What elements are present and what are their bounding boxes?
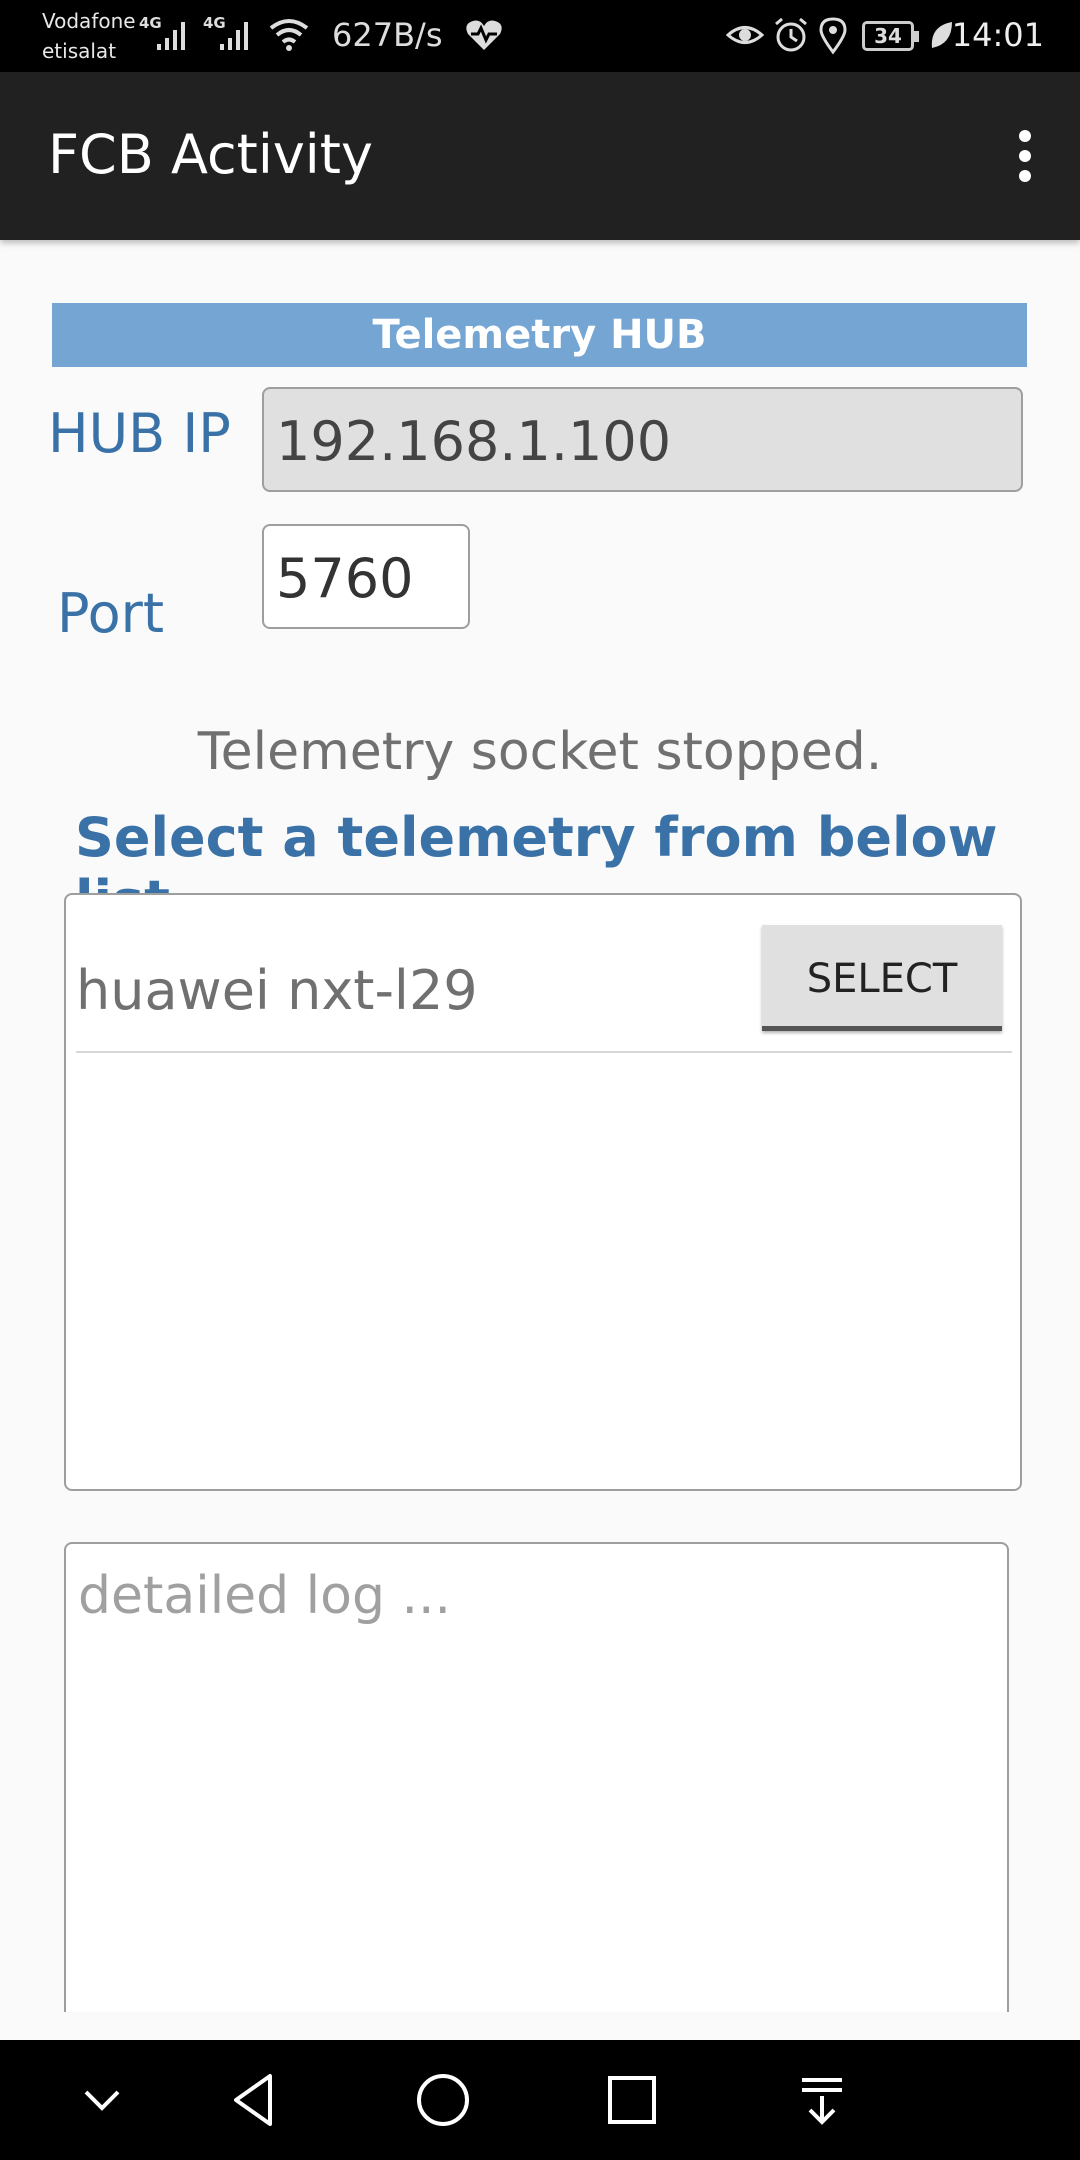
- app-bar: FCB Activity: [0, 72, 1080, 240]
- list-item[interactable]: huawei nxt-l29 SELECT: [76, 895, 1012, 1053]
- carrier-name-2: etisalat: [42, 39, 117, 63]
- more-vert-icon[interactable]: [1000, 124, 1050, 188]
- detailed-log-field[interactable]: detailed log ...: [64, 1542, 1009, 2012]
- signal-icon: [220, 22, 248, 50]
- telemetry-list[interactable]: huawei nxt-l29 SELECT: [64, 893, 1022, 1491]
- app-title: FCB Activity: [48, 123, 373, 186]
- notifications-pull-icon[interactable]: [782, 2060, 862, 2140]
- hub-ip-label: HUB IP: [48, 402, 231, 465]
- signal-icon: [157, 22, 185, 50]
- eye-icon: [726, 26, 764, 44]
- battery-icon: 34: [862, 21, 919, 51]
- navigation-bar: [0, 2040, 1080, 2160]
- network-speed: 627B/s: [332, 16, 443, 54]
- clock: 14:01: [951, 16, 1044, 54]
- port-field[interactable]: 5760: [262, 524, 470, 629]
- chevron-down-icon[interactable]: [62, 2060, 142, 2140]
- port-label: Port: [57, 582, 165, 645]
- recents-icon[interactable]: [592, 2060, 672, 2140]
- telemetry-device-name: huawei nxt-l29: [76, 959, 478, 1022]
- telemetry-hub-header: Telemetry HUB: [52, 303, 1027, 367]
- health-icon: [466, 20, 502, 50]
- select-button[interactable]: SELECT: [762, 925, 1002, 1031]
- location-icon: [819, 17, 847, 55]
- status-bar: Vodafone etisalat 4G 4G 627B/s 34 14:01: [0, 0, 1080, 72]
- wifi-icon: [269, 19, 309, 51]
- leaf-icon: [931, 22, 952, 48]
- carrier-info: Vodafone etisalat: [42, 6, 136, 66]
- alarm-icon: [775, 17, 807, 52]
- back-icon[interactable]: [216, 2060, 296, 2140]
- socket-status-text: Telemetry socket stopped.: [197, 722, 883, 782]
- hub-ip-field[interactable]: 192.168.1.100: [262, 387, 1023, 492]
- carrier-name-1: Vodafone: [42, 9, 136, 33]
- log-placeholder: detailed log ...: [78, 1566, 452, 1626]
- home-icon[interactable]: [403, 2060, 483, 2140]
